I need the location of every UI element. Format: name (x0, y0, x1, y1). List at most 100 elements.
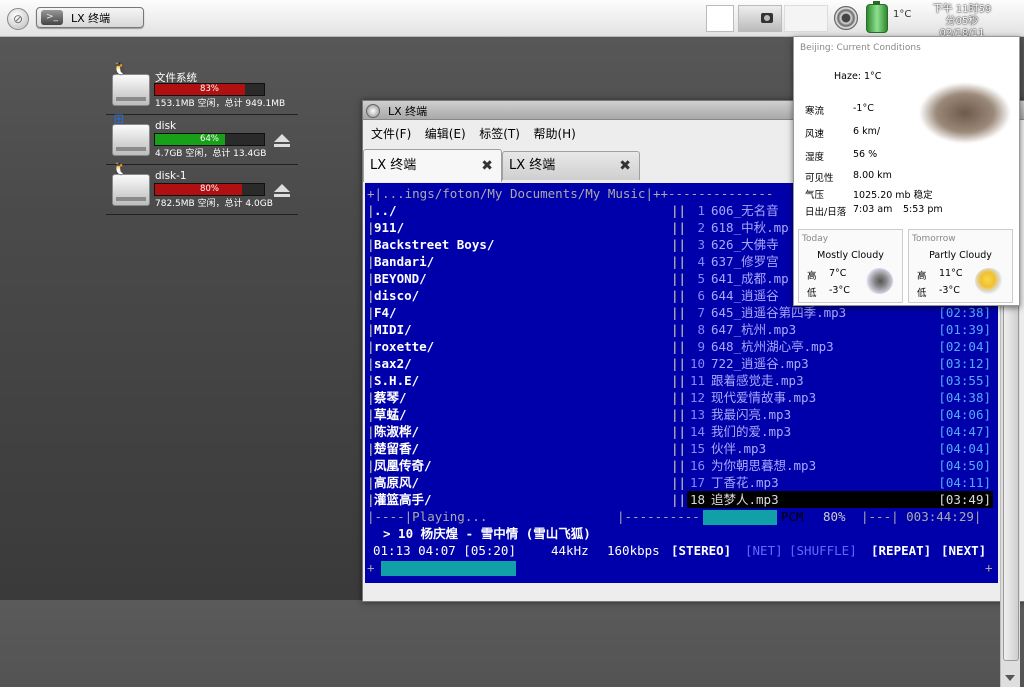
playlist-track[interactable]: 18 追梦人.mp3 [03:49] (687, 491, 993, 508)
close-tab-icon[interactable]: ✖ (481, 150, 493, 182)
taskbar-button-label: LX 终端 (71, 12, 111, 25)
track-duration: [04:04] (938, 441, 991, 456)
track-duration: [04:47] (938, 424, 991, 439)
playlist-track[interactable]: 16 为你朝思暮想.mp3 [04:50] (687, 457, 993, 474)
playlist-track[interactable]: 13 我最闪亮.mp3 [04:06] (687, 406, 993, 423)
directory-item[interactable]: 陈淑桦/ (374, 423, 419, 440)
playlist-track[interactable]: 11 跟着感觉走.mp3 [03:55] (687, 372, 993, 389)
drive-widget-filesystem[interactable]: 🐧 文件系统 83% 153.1MB 空闲，总计 949.1MB (106, 62, 298, 115)
drive-widget-disk-1[interactable]: 🐧 disk-1 80% 782.5MB 空闲，总计 4.0GB (106, 162, 298, 215)
launcher-icon[interactable]: ⊘ (7, 8, 29, 30)
directory-item[interactable]: 灌篮高手/ (374, 491, 432, 508)
directory-item[interactable]: Backstreet Boys/ (374, 236, 494, 253)
directory-item[interactable]: ../ (374, 202, 397, 219)
track-duration: [02:38] (938, 305, 991, 320)
directory-item[interactable]: 凤凰传奇/ (374, 457, 432, 474)
directory-item[interactable]: 蔡琴/ (374, 389, 407, 406)
track-number: 10 (689, 356, 705, 371)
track-name: 606_无名音 (711, 203, 779, 218)
eject-icon[interactable] (274, 134, 290, 147)
directory-item[interactable]: sax2/ (374, 355, 412, 372)
track-name: 现代爱情故事.mp3 (711, 390, 817, 405)
playlist-track[interactable]: 15 伙伴.mp3 [04:04] (687, 440, 993, 457)
directory-item[interactable]: 楚留香/ (374, 440, 419, 457)
playlist-track[interactable]: 9 648_杭州湖心亭.mp3 [02:04] (687, 338, 993, 355)
volume-percent: 80% (823, 509, 846, 524)
track-number: 1 (697, 203, 705, 218)
tab-label: LX 终端 (509, 158, 556, 173)
high-value: 7°C (829, 268, 847, 279)
pane-divider: || (671, 390, 687, 405)
scroll-down-arrow-icon[interactable] (1005, 675, 1015, 681)
menu-help[interactable]: 帮助(H) (533, 123, 575, 145)
tab-terminal-2[interactable]: LX 终端 ✖ (502, 151, 640, 180)
taskbar-button-terminal[interactable]: >_ LX 终端 (36, 7, 144, 28)
pane-divider: || (671, 339, 687, 354)
playlist-track[interactable]: 17 丁香花.mp3 [04:11] (687, 474, 993, 491)
high-value: 11°C (939, 268, 963, 279)
weather-row-value: 1025.20 mb 稳定 (853, 190, 933, 201)
directory-item[interactable]: F4/ (374, 304, 397, 321)
track-number: 6 (697, 288, 705, 303)
clock-time: 下午 11时59分05秒 (932, 4, 992, 27)
playlist-track[interactable]: 10 722_逍遥谷.mp3 [03:12] (687, 355, 993, 372)
directory-item[interactable]: 911/ (374, 219, 404, 236)
playlist-track[interactable]: 7 645_逍遥谷第四季.mp3 [02:38] (687, 304, 993, 321)
directory-item[interactable]: Bandari/ (374, 253, 434, 270)
track-duration: [03:55] (938, 373, 991, 388)
path-header: +|...ings/foton/My Documents/My Music|++… (367, 186, 774, 201)
drive-usage-percent: 83% (200, 84, 219, 94)
tray-empty-slot (784, 5, 828, 32)
volume-bar[interactable]: PCM 80% (703, 509, 849, 525)
forecast-condition: Partly Cloudy (929, 250, 992, 261)
current-condition: Haze: 1°C (834, 71, 882, 82)
flag-net: [NET] (745, 543, 783, 558)
battery-icon[interactable] (866, 1, 888, 33)
workspace-switcher[interactable] (706, 5, 734, 32)
pane-divider: || (671, 288, 687, 303)
menu-file[interactable]: 文件(F) (371, 123, 411, 145)
menu-edit[interactable]: 编辑(E) (425, 123, 466, 145)
track-name: 伙伴.mp3 (711, 441, 767, 456)
track-duration: [04:11] (938, 475, 991, 490)
track-number: 9 (697, 339, 705, 354)
directory-item[interactable]: S.H.E/ (374, 372, 419, 389)
menu-tabs[interactable]: 标签(T) (479, 123, 520, 145)
playlist-track[interactable]: 14 我们的爱.mp3 [04:47] (687, 423, 993, 440)
flag-shuffle: [SHUFFLE] (789, 543, 857, 558)
track-duration: [04:50] (938, 458, 991, 473)
pane-divider: || (671, 271, 687, 286)
playlist-track[interactable]: 12 现代爱情故事.mp3 [04:38] (687, 389, 993, 406)
directory-item[interactable]: 草蜢/ (374, 406, 407, 423)
directory-item[interactable]: BEYOND/ (374, 270, 427, 287)
drive-widget-disk[interactable]: ⊞ disk 64% 4.7GB 空闲，总计 13.4GB (106, 112, 298, 165)
weather-temperature[interactable]: 1°C (893, 9, 911, 20)
window-menu-icon[interactable] (366, 104, 380, 118)
pane-divider: || (671, 407, 687, 422)
volume-icon[interactable] (834, 6, 858, 30)
close-tab-icon[interactable]: ✖ (619, 152, 631, 180)
eject-icon[interactable] (274, 184, 290, 197)
seek-bar[interactable] (381, 561, 681, 576)
directory-item[interactable]: MIDI/ (374, 321, 412, 338)
screenshot-tray-button[interactable] (738, 5, 782, 32)
track-duration: [01:39] (938, 322, 991, 337)
terminal-scrollbar[interactable] (1000, 291, 1020, 687)
weather-row-value: 6 km/ (853, 126, 881, 137)
track-number: 2 (697, 220, 705, 235)
clock[interactable]: 下午 11时59分05秒 02/18/11 (928, 4, 996, 40)
elapsed-total: |---| 003:44:29| (861, 509, 982, 524)
scrollbar-thumb[interactable] (1003, 299, 1019, 661)
track-name: 618_中秋.mp (711, 220, 789, 235)
track-name: 644_逍遥谷 (711, 288, 779, 303)
hard-drive-icon (112, 124, 150, 156)
haze-weather-icon (920, 83, 1010, 143)
playlist-track[interactable]: 8 647_杭州.mp3 [01:39] (687, 321, 993, 338)
directory-item[interactable]: disco/ (374, 287, 419, 304)
directory-item[interactable]: 高原风/ (374, 474, 419, 491)
tab-terminal-1[interactable]: LX 终端 ✖ (363, 149, 502, 182)
directory-item[interactable]: roxette/ (374, 338, 434, 355)
track-name: 我最闪亮.mp3 (711, 407, 792, 422)
pane-divider: || (671, 373, 687, 388)
weather-row-value: 7:03 am (853, 204, 893, 215)
